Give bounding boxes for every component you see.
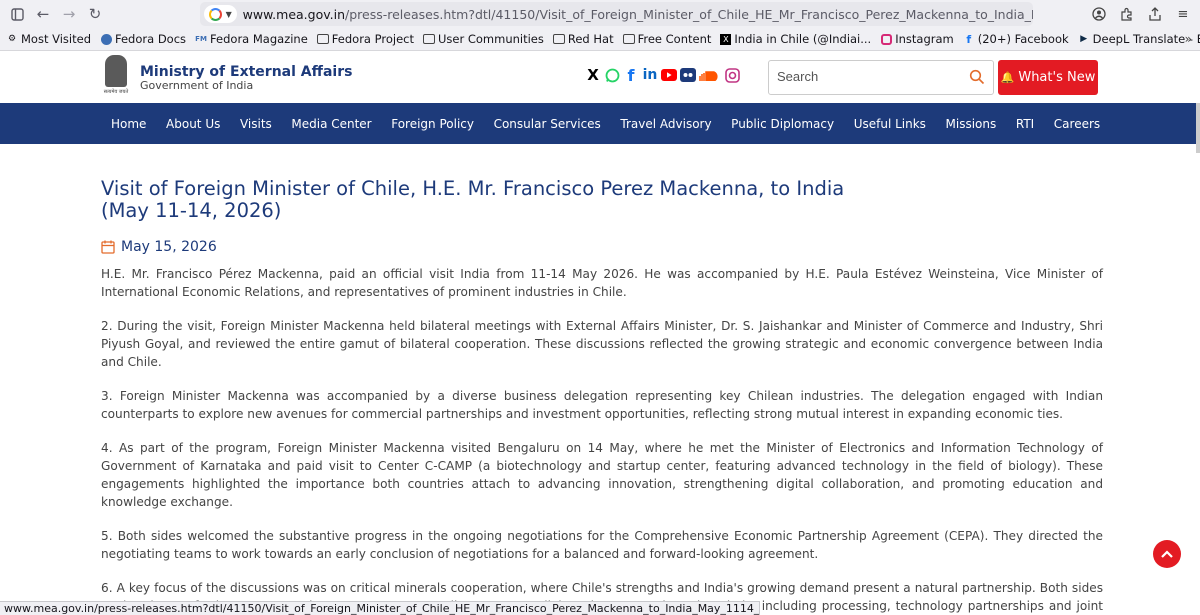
emblem-icon — [105, 55, 127, 87]
site-info-button[interactable]: ▼ — [204, 5, 237, 23]
nav-visits[interactable]: Visits — [240, 117, 272, 131]
nav-home[interactable]: Home — [111, 117, 146, 131]
nav-foreign-policy[interactable]: Foreign Policy — [391, 117, 474, 131]
instagram-icon[interactable] — [724, 67, 740, 83]
article: Visit of Foreign Minister of Chile, H.E.… — [101, 178, 1103, 615]
chevron-down-icon: ▼ — [225, 9, 232, 19]
folder-icon — [552, 34, 565, 44]
bookmark-free-content[interactable]: Free Content — [622, 32, 711, 46]
nav-careers[interactable]: Careers — [1054, 117, 1100, 131]
nav-consular-services[interactable]: Consular Services — [494, 117, 601, 131]
facebook-icon: f — [966, 32, 972, 46]
bookmark-deepl[interactable]: ▶ DeepL Translate - El ... — [1078, 32, 1200, 46]
social-links: X f in — [585, 66, 740, 85]
bookmark-facebook[interactable]: f (20+) Facebook — [963, 32, 1068, 46]
linkedin-icon[interactable]: in — [642, 67, 658, 83]
article-paragraph: H.E. Mr. Francisco Pérez Mackenna, paid … — [101, 267, 1103, 299]
page-title: Visit of Foreign Minister of Chile, H.E.… — [101, 177, 845, 222]
soundcloud-icon[interactable] — [699, 67, 721, 83]
x-icon: X — [720, 33, 732, 45]
back-icon[interactable]: ← — [30, 1, 56, 27]
calendar-icon — [101, 240, 115, 254]
reload-icon[interactable]: ↻ — [82, 1, 108, 27]
forward-icon[interactable]: → — [56, 1, 82, 27]
bookmarks-overflow-icon[interactable]: » — [1185, 32, 1192, 46]
bookmark-red-hat[interactable]: Red Hat — [552, 32, 614, 46]
nav-useful-links[interactable]: Useful Links — [854, 117, 926, 131]
search-box — [768, 60, 994, 95]
back-to-top-button[interactable] — [1153, 540, 1181, 568]
nav-travel-advisory[interactable]: Travel Advisory — [620, 117, 711, 131]
bookmark-fedora-project[interactable]: Fedora Project — [316, 32, 414, 46]
folder-icon — [316, 34, 329, 44]
google-icon — [208, 7, 222, 21]
gear-icon: ⚙ — [7, 34, 17, 44]
address-bar[interactable]: ▼ www.mea.gov.in/press-releases.htm?dtl/… — [200, 2, 1033, 26]
ministry-subtitle: Government of India — [140, 79, 254, 92]
article-date: May 15, 2026 — [101, 239, 1103, 255]
share-icon[interactable] — [1144, 3, 1166, 25]
extensions-icon[interactable] — [1116, 3, 1138, 25]
search-icon[interactable] — [969, 69, 985, 85]
chevron-up-icon — [1161, 550, 1173, 558]
bookmarks-bar: ⚙ Most Visited Fedora Docs FM Fedora Mag… — [0, 28, 1200, 51]
nav-missions[interactable]: Missions — [946, 117, 997, 131]
browser-toolbar: ← → ↻ ▼ www.mea.gov.in/press-releases.ht… — [0, 0, 1200, 28]
url-text: www.mea.gov.in/press-releases.htm?dtl/41… — [242, 6, 1033, 22]
bookmark-fedora-magazine[interactable]: FM Fedora Magazine — [195, 32, 308, 46]
article-paragraph: 4. As part of the program, Foreign Minis… — [101, 441, 1103, 509]
folder-icon — [422, 34, 435, 44]
whatsapp-icon[interactable] — [604, 67, 620, 83]
fedora-icon — [100, 33, 112, 45]
nav-public-diplomacy[interactable]: Public Diplomacy — [731, 117, 834, 131]
article-paragraph: 2. During the visit, Foreign Minister Ma… — [101, 319, 1103, 369]
whats-new-button[interactable]: 🔔 What's New — [998, 60, 1098, 95]
menu-icon[interactable]: ≡ — [1172, 3, 1194, 25]
bookmark-most-visited[interactable]: ⚙ Most Visited — [6, 32, 91, 46]
site-header: सत्यमेव जयते Ministry of External Affair… — [0, 51, 1200, 103]
bookmark-instagram[interactable]: Instagram — [880, 32, 954, 46]
fm-icon: FM — [195, 35, 207, 43]
nav-media-center[interactable]: Media Center — [291, 117, 371, 131]
article-paragraph: 5. Both sides welcomed the substantive p… — [101, 529, 1103, 561]
bell-icon: 🔔 — [1000, 71, 1015, 84]
folder-icon — [622, 34, 635, 44]
main-nav: Home About Us Visits Media Center Foreig… — [0, 103, 1200, 144]
facebook-icon[interactable]: f — [623, 66, 639, 85]
scrollbar[interactable] — [1196, 103, 1200, 153]
sidebar-toggle-icon[interactable] — [4, 1, 30, 27]
bookmark-india-in-chile[interactable]: X India in Chile (@Indiai... — [720, 32, 871, 46]
instagram-icon — [880, 33, 892, 45]
x-icon[interactable]: X — [585, 66, 601, 84]
date-text: May 15, 2026 — [121, 239, 217, 255]
ministry-name[interactable]: Ministry of External Affairs — [140, 64, 352, 80]
article-paragraph: 3. Foreign Minister Mackenna was accompa… — [101, 389, 1103, 421]
flickr-icon[interactable] — [680, 67, 696, 83]
bookmark-fedora-docs[interactable]: Fedora Docs — [100, 32, 186, 46]
deepl-icon: ▶ — [1080, 34, 1088, 44]
nav-about-us[interactable]: About Us — [166, 117, 220, 131]
nav-rti[interactable]: RTI — [1016, 117, 1034, 131]
account-icon[interactable] — [1088, 3, 1110, 25]
search-input[interactable] — [777, 69, 967, 84]
bookmark-user-communities[interactable]: User Communities — [422, 32, 544, 46]
youtube-icon[interactable] — [661, 67, 677, 83]
national-emblem-logo[interactable]: सत्यमेव जयते — [100, 55, 132, 99]
status-bar-url: www.mea.gov.in/press-releases.htm?dtl/41… — [0, 601, 760, 615]
